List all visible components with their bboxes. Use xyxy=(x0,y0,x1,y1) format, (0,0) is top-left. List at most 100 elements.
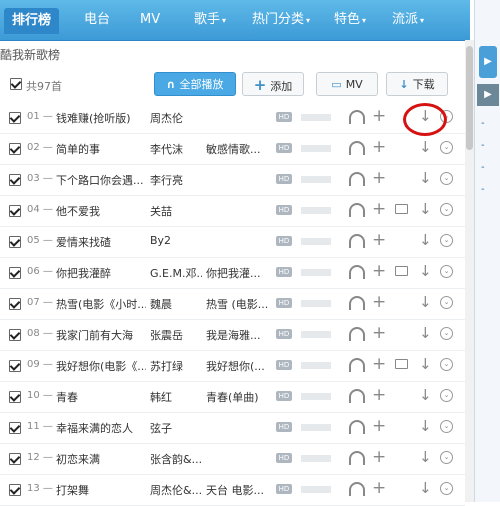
download-icon[interactable]: ↓ xyxy=(419,324,432,342)
artist-name[interactable]: 魏晨 xyxy=(150,296,202,312)
more-icon[interactable]: ⌄ xyxy=(440,203,453,216)
more-icon[interactable]: ⌄ xyxy=(440,265,453,278)
tab-6[interactable]: 流派 ▾ xyxy=(392,9,424,31)
mv-icon[interactable] xyxy=(395,266,408,276)
song-title[interactable]: 我家门前有大海 xyxy=(56,327,146,343)
headphone-icon[interactable] xyxy=(349,234,365,248)
scrollbar-thumb[interactable] xyxy=(466,46,473,150)
tab-0[interactable]: 排行榜 xyxy=(4,8,60,34)
more-icon[interactable]: ⌄ xyxy=(440,172,453,185)
headphone-icon[interactable] xyxy=(349,203,365,217)
song-title[interactable]: 爱情来找碴 xyxy=(56,234,146,250)
tab-1[interactable]: 电台 xyxy=(84,9,110,31)
album-name[interactable]: 我好想你(... xyxy=(206,358,272,374)
artist-name[interactable]: 韩红 xyxy=(150,389,202,405)
download-icon[interactable]: ↓ xyxy=(419,386,432,404)
row-checkbox[interactable] xyxy=(9,484,21,496)
album-name[interactable]: 我是海雅... xyxy=(206,327,272,343)
song-title[interactable]: 他不爱我 xyxy=(56,203,146,219)
song-title[interactable]: 幸福来满的恋人 xyxy=(56,420,146,436)
panel-tab-icon[interactable]: ▶ xyxy=(477,84,499,106)
more-icon[interactable]: ⌄ xyxy=(440,482,453,495)
artist-name[interactable]: 张含韵&... xyxy=(150,451,202,467)
row-checkbox[interactable] xyxy=(9,205,21,217)
download-icon[interactable]: ↓ xyxy=(419,355,432,373)
song-title[interactable]: 打架舞 xyxy=(56,482,146,498)
select-all-checkbox[interactable] xyxy=(10,78,22,90)
add-icon[interactable]: + xyxy=(372,137,386,157)
add-icon[interactable]: + xyxy=(372,323,386,343)
song-title[interactable]: 初恋来满 xyxy=(56,451,146,467)
headphone-icon[interactable] xyxy=(349,110,365,124)
song-row[interactable]: 11 — 幸福来满的恋人 弦子 HD + ↓ ⌄ xyxy=(0,412,465,444)
row-checkbox[interactable] xyxy=(9,329,21,341)
headphone-icon[interactable] xyxy=(349,172,365,186)
headphone-icon[interactable] xyxy=(349,451,365,465)
download-icon[interactable]: ↓ xyxy=(419,293,432,311)
artist-name[interactable]: 李代沫 xyxy=(150,141,202,157)
song-row[interactable]: 12 — 初恋来满 张含韵&... HD + ↓ ⌄ xyxy=(0,443,465,475)
row-checkbox[interactable] xyxy=(9,267,21,279)
album-name[interactable]: 敏感情歌... xyxy=(206,141,272,157)
song-title[interactable]: 简单的事 xyxy=(56,141,146,157)
song-row[interactable]: 03 — 下个路口你会遇... 李行亮 HD + ↓ ⌄ xyxy=(0,164,465,196)
add-icon[interactable]: + xyxy=(372,261,386,281)
row-checkbox[interactable] xyxy=(9,391,21,403)
headphone-icon[interactable] xyxy=(349,141,365,155)
more-icon[interactable]: ⌄ xyxy=(440,358,453,371)
add-icon[interactable]: + xyxy=(372,230,386,250)
song-row[interactable]: 01 — 钱难赚(抢听版) 周杰伦 HD + ↓ ⌄ xyxy=(0,102,465,136)
more-icon[interactable]: ⌄ xyxy=(440,296,453,309)
more-icon[interactable]: ⌄ xyxy=(440,451,453,464)
song-title[interactable]: 我好想你(电影《... xyxy=(56,358,146,374)
play-all-button[interactable]: ∩ 全部播放 xyxy=(154,72,236,96)
download-icon[interactable]: ↓ xyxy=(419,200,432,218)
song-row[interactable]: 10 — 青春 韩红 青春(单曲) HD + ↓ ⌄ xyxy=(0,381,465,413)
collapse-arrow-icon[interactable]: ▶ xyxy=(479,46,497,78)
artist-name[interactable]: 李行亮 xyxy=(150,172,202,188)
song-title[interactable]: 下个路口你会遇... xyxy=(56,172,146,188)
add-icon[interactable]: + xyxy=(372,199,386,219)
add-icon[interactable]: + xyxy=(372,478,386,498)
album-name[interactable]: 热雪 (电影... xyxy=(206,296,272,312)
scrollbar[interactable] xyxy=(465,40,474,502)
add-icon[interactable]: + xyxy=(372,292,386,312)
download-icon[interactable]: ↓ xyxy=(419,262,432,280)
row-checkbox[interactable] xyxy=(9,143,21,155)
row-checkbox[interactable] xyxy=(9,360,21,372)
tab-4[interactable]: 热门分类 ▾ xyxy=(252,9,310,31)
headphone-icon[interactable] xyxy=(349,389,365,403)
add-icon[interactable]: + xyxy=(372,447,386,467)
song-row[interactable]: 05 — 爱情来找碴 By2 HD + ↓ ⌄ xyxy=(0,226,465,258)
headphone-icon[interactable] xyxy=(349,358,365,372)
row-checkbox[interactable] xyxy=(9,236,21,248)
row-checkbox[interactable] xyxy=(9,422,21,434)
headphone-icon[interactable] xyxy=(349,482,365,496)
artist-name[interactable]: 张震岳 xyxy=(150,327,202,343)
artist-name[interactable]: 关喆 xyxy=(150,203,202,219)
add-icon[interactable]: + xyxy=(372,168,386,188)
headphone-icon[interactable] xyxy=(349,296,365,310)
artist-name[interactable]: 弦子 xyxy=(150,420,202,436)
tab-5[interactable]: 特色 ▾ xyxy=(334,9,366,31)
mv-icon[interactable] xyxy=(395,359,408,369)
song-row[interactable]: 07 — 热雪(电影《小时... 魏晨 热雪 (电影... HD + ↓ ⌄ xyxy=(0,288,465,320)
download-icon[interactable]: ↓ xyxy=(419,231,432,249)
song-title[interactable]: 热雪(电影《小时... xyxy=(56,296,146,312)
more-icon[interactable]: ⌄ xyxy=(440,327,453,340)
headphone-icon[interactable] xyxy=(349,420,365,434)
song-row[interactable]: 09 — 我好想你(电影《... 苏打绿 我好想你(... HD + ↓ ⌄ xyxy=(0,350,465,382)
artist-name[interactable]: 苏打绿 xyxy=(150,358,202,374)
song-title[interactable]: 钱难赚(抢听版) xyxy=(56,110,146,126)
row-checkbox[interactable] xyxy=(9,112,21,124)
song-title[interactable]: 青春 xyxy=(56,389,146,405)
row-checkbox[interactable] xyxy=(9,453,21,465)
download-button[interactable]: ↓ 下载 xyxy=(386,72,448,96)
artist-name[interactable]: By2 xyxy=(150,234,202,247)
more-icon[interactable]: ⌄ xyxy=(440,141,453,154)
song-row[interactable]: 02 — 简单的事 李代沫 敏感情歌... HD + ↓ ⌄ xyxy=(0,133,465,165)
add-icon[interactable]: + xyxy=(372,106,386,126)
album-name[interactable]: 你把我灌... xyxy=(206,265,272,281)
tab-2[interactable]: MV xyxy=(140,9,160,31)
more-icon[interactable]: ⌄ xyxy=(440,234,453,247)
